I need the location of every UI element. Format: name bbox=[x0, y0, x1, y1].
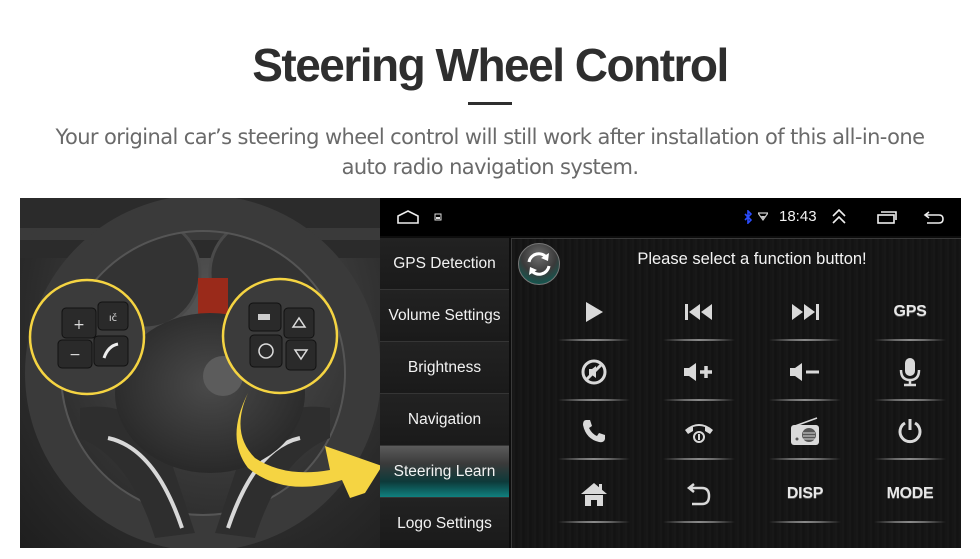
previous-track-icon bbox=[685, 304, 712, 320]
button-divider bbox=[558, 458, 630, 460]
phone-icon bbox=[583, 420, 605, 443]
svg-text:+: + bbox=[73, 317, 85, 333]
warning-display bbox=[198, 278, 228, 316]
button-divider bbox=[558, 521, 630, 523]
title-underline bbox=[468, 102, 512, 105]
function-button-mute[interactable] bbox=[542, 343, 646, 401]
expand-up-icon[interactable] bbox=[831, 209, 847, 224]
button-divider bbox=[874, 399, 946, 401]
power-icon bbox=[898, 419, 922, 444]
wifi-icon bbox=[758, 212, 768, 221]
steering-learn-panel: Please select a function button! GPS DIS… bbox=[511, 238, 961, 548]
back-icon bbox=[686, 483, 711, 506]
menu-item-volume-settings[interactable]: Volume Settings bbox=[380, 290, 509, 342]
button-divider bbox=[558, 399, 630, 401]
home-icon bbox=[581, 483, 607, 506]
button-divider bbox=[769, 339, 841, 341]
volume-down-icon bbox=[790, 363, 819, 381]
screenshot-icon bbox=[434, 213, 442, 221]
function-button-home[interactable] bbox=[542, 465, 646, 523]
button-divider bbox=[558, 339, 630, 341]
menu-item-navigation[interactable]: Navigation bbox=[380, 394, 509, 446]
steering-wheel-photo: + − ıč bbox=[20, 198, 382, 548]
button-divider bbox=[874, 339, 946, 341]
function-button-radio[interactable] bbox=[753, 402, 857, 460]
menu-item-logo-settings[interactable]: Logo Settings bbox=[380, 498, 509, 548]
svg-text:ıč: ıč bbox=[109, 312, 117, 324]
button-divider bbox=[663, 458, 735, 460]
mode-label: MODE bbox=[886, 485, 934, 502]
function-button-gps[interactable]: GPS bbox=[858, 283, 961, 341]
disp-label: DISP bbox=[786, 485, 824, 502]
function-button-hang-up[interactable] bbox=[647, 402, 751, 460]
function-button-play[interactable] bbox=[542, 283, 646, 341]
mode-glyph bbox=[258, 314, 270, 320]
page-title: Steering Wheel Control bbox=[252, 39, 729, 91]
up-button bbox=[283, 307, 315, 339]
menu-item-steering-learn[interactable]: Steering Learn bbox=[380, 446, 509, 498]
gps-label: GPS bbox=[893, 303, 927, 320]
function-button-power[interactable] bbox=[858, 402, 961, 460]
menu-item-brightness[interactable]: Brightness bbox=[380, 342, 509, 394]
volume-up-icon bbox=[684, 363, 712, 381]
function-button-disp[interactable]: DISP bbox=[753, 465, 857, 523]
function-button-previous[interactable] bbox=[647, 283, 751, 341]
subtitle-line-1: Your original car’s steering wheel contr… bbox=[55, 125, 926, 149]
next-track-icon bbox=[792, 304, 819, 320]
menu-item-gps-detection[interactable]: GPS Detection bbox=[380, 238, 509, 290]
mute-icon bbox=[581, 359, 607, 385]
button-divider bbox=[874, 458, 946, 460]
clock: 18:43 bbox=[779, 208, 817, 225]
home-icon[interactable] bbox=[396, 210, 420, 224]
refresh-button[interactable] bbox=[518, 243, 560, 285]
function-button-volume-up[interactable] bbox=[647, 343, 751, 401]
hang-up-icon bbox=[685, 424, 713, 443]
refresh-icon bbox=[527, 252, 551, 276]
ok-button bbox=[249, 334, 283, 368]
settings-menu: GPS Detection Volume Settings Brightness… bbox=[380, 238, 509, 548]
call-button bbox=[93, 335, 129, 367]
radio-icon bbox=[791, 417, 819, 445]
function-button-mode[interactable]: MODE bbox=[858, 465, 961, 523]
button-divider bbox=[769, 399, 841, 401]
function-button-volume-down[interactable] bbox=[753, 343, 857, 401]
down-button bbox=[285, 339, 317, 371]
function-button-voice[interactable] bbox=[858, 343, 961, 401]
right-button-cluster bbox=[221, 277, 339, 395]
subtitle-line-2: auto radio navigation system. bbox=[341, 155, 639, 179]
function-button-back[interactable] bbox=[647, 465, 751, 523]
svg-text:−: − bbox=[69, 347, 81, 363]
microphone-icon bbox=[899, 358, 921, 387]
instruction-prompt: Please select a function button! bbox=[637, 250, 867, 268]
head-unit-screen: 18:43 GPS Detection Volume Settings Brig… bbox=[380, 198, 961, 548]
page-subtitle: Your original car’s steering wheel contr… bbox=[30, 122, 950, 182]
button-divider bbox=[769, 521, 841, 523]
back-icon[interactable] bbox=[923, 210, 945, 224]
recent-apps-icon[interactable] bbox=[877, 211, 897, 224]
left-button-cluster: + − ıč bbox=[28, 278, 146, 396]
button-divider bbox=[663, 399, 735, 401]
button-divider bbox=[874, 521, 946, 523]
steering-wheel-illustration: + − ıč bbox=[20, 198, 382, 548]
function-button-answer-call[interactable] bbox=[542, 402, 646, 460]
button-divider bbox=[769, 458, 841, 460]
button-divider bbox=[663, 521, 735, 523]
bluetooth-icon bbox=[744, 210, 752, 224]
button-divider bbox=[663, 339, 735, 341]
play-icon bbox=[586, 302, 603, 322]
function-button-next[interactable] bbox=[753, 283, 857, 341]
status-bar: 18:43 bbox=[380, 198, 961, 236]
